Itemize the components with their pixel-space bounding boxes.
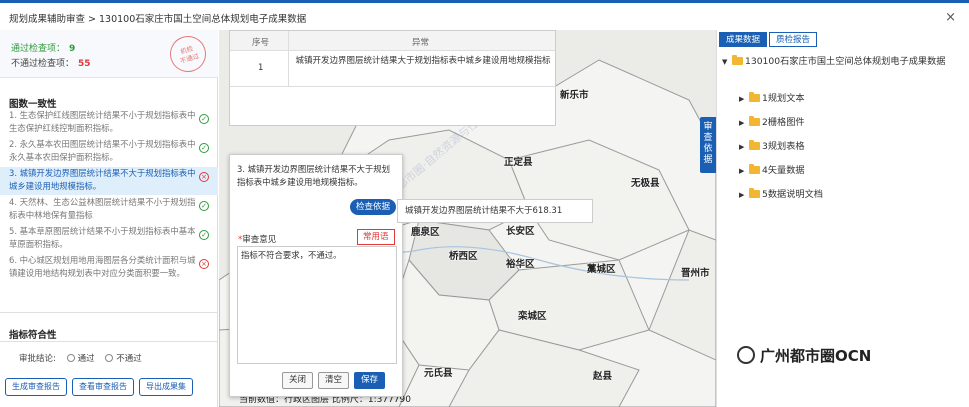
issue-table: 序号 异常 1 城镇开发边界图层统计结果大于规划指标表中城乡建设用地规模指标 (229, 30, 556, 126)
verdict-row: 审批结论: 通过 不通过 (19, 352, 142, 364)
brand-watermark: 广州都市圈OCN (737, 345, 871, 366)
city-label: 晋州市 (681, 268, 710, 279)
review-basis-tab[interactable]: 审查依据 (700, 117, 716, 173)
left-panel: 通过检查项： 9 不通过检查项： 55 机检 不通过 图数一致性 1. 生态保护红线图… (0, 30, 218, 407)
expanded-arrow-icon[interactable]: ▼ (722, 55, 732, 69)
tree-item[interactable]: ▶ 4矢量数据 (722, 163, 967, 187)
check-fail-icon: × (199, 259, 209, 269)
fail-stamp: 机检 不通过 (165, 31, 211, 77)
check-ok-icon: ✓ (199, 201, 209, 211)
tree-item[interactable]: ▶ 2栅格图件 (722, 115, 967, 139)
city-label: 无极县 (631, 178, 660, 189)
city-label: 新乐市 (560, 90, 589, 101)
rule-item[interactable]: 2. 永久基本农田图层统计结果不小于规划指标表中永久基本农田保护面积指标。 ✓ (0, 138, 218, 166)
folder-icon (749, 188, 760, 198)
rule-item[interactable]: 1. 生态保护红线图层统计结果不小于规划指标表中生态保护红线控制面积指标。 ✓ (0, 109, 218, 137)
dialog-footer: 关闭 清空 保存 (282, 372, 390, 389)
city-label: 赵县 (593, 371, 613, 382)
fail-count: 55 (78, 59, 91, 69)
rule-item[interactable]: 6. 中心城区规划用地用海图层各分类统计面积与城镇建设用地结构规划表中对应分类面… (0, 254, 218, 294)
divider (0, 312, 218, 313)
rule-item-active[interactable]: 3. 城镇开发边界图层统计结果不大于规划指标表中城乡建设用地规模指标。 × (0, 167, 218, 195)
common-phrases-button[interactable]: 常用语 (357, 229, 395, 245)
city-label: 桥西区 (449, 251, 478, 262)
section-consistency: 图数一致性 (9, 99, 57, 110)
radio-pass-label: 通过 (77, 354, 95, 364)
view-report-button[interactable]: 查看审查报告 (72, 378, 134, 396)
rule-question: 3. 城镇开发边界图层统计结果不大于规划指标表中城乡建设用地规模指标。 (237, 164, 391, 187)
window-title: 规划成果辅助审查 > 130100石家庄市国土空间总体规划电子成果数据 (9, 14, 307, 25)
tree-item[interactable]: ▶ 5数据说明文档 (722, 187, 967, 211)
check-ok-icon: ✓ (199, 143, 209, 153)
export-results-button[interactable]: 导出成果集 (139, 378, 193, 396)
right-tabs: 成果数据 质检报告 (719, 32, 819, 47)
city-label: 栾城区 (518, 311, 547, 322)
tab-results-data[interactable]: 成果数据 (719, 32, 768, 47)
col-index: 序号 (252, 38, 270, 48)
folder-icon (749, 164, 760, 174)
wechat-logo-icon (737, 346, 755, 364)
basis-tooltip: 城镇开发边界图层统计结果不大于618.31 (397, 199, 593, 223)
pass-stat: 通过检查项： 9 (11, 44, 76, 54)
save-button[interactable]: 保存 (354, 372, 386, 389)
rule-item[interactable]: 5. 基本草原图层统计结果不小于规划指标表中基本草原面积指标。 ✓ (0, 225, 218, 253)
close-button[interactable]: 关闭 (282, 372, 314, 389)
table-header: 序号 异常 (230, 31, 555, 51)
opinion-label: *审查意见 (238, 235, 277, 245)
city-label: 裕华区 (506, 259, 535, 270)
folder-icon (749, 116, 760, 126)
clear-button[interactable]: 清空 (318, 372, 350, 389)
city-label: 鹿泉区 (411, 227, 440, 238)
check-fail-icon: × (199, 172, 209, 182)
close-icon[interactable]: × (945, 10, 956, 25)
city-label: 长安区 (506, 226, 535, 237)
radio-pass[interactable] (66, 354, 75, 362)
col-issue: 异常 (412, 38, 430, 48)
check-ok-icon: ✓ (199, 230, 209, 240)
generate-report-button[interactable]: 生成审查报告 (5, 378, 67, 396)
radio-fail-label: 不通过 (116, 354, 142, 364)
check-stats: 通过检查项： 9 不通过检查项： 55 机检 不通过 (0, 30, 218, 78)
pass-count: 9 (69, 44, 76, 54)
city-label: 正定县 (504, 157, 533, 168)
folder-icon (749, 92, 760, 102)
section-indicator: 指标符合性 (9, 330, 57, 341)
collapsed-arrow-icon[interactable]: ▶ (739, 91, 749, 107)
fail-stat: 不通过检查项： 55 (11, 59, 91, 69)
tree-item[interactable]: ▶ 1规划文本 (722, 91, 967, 115)
tree-item[interactable]: ▶ 3规划表格 (722, 139, 967, 163)
folder-icon (732, 55, 743, 65)
review-dialog: 3. 城镇开发边界图层统计结果不大于规划指标表中城乡建设用地规模指标。 检查依据… (229, 154, 403, 397)
rule-list: 1. 生态保护红线图层统计结果不小于规划指标表中生态保护红线控制面积指标。 ✓ 2… (0, 109, 218, 295)
city-label: 藁城区 (587, 264, 616, 275)
verdict-label: 审批结论: (19, 354, 56, 364)
check-basis-button[interactable]: 检查依据 (350, 199, 397, 215)
tree-root[interactable]: ▼ 130100石家庄市国土空间总体规划电子成果数据 (722, 55, 967, 91)
tab-qc-report[interactable]: 质检报告 (769, 32, 818, 47)
collapsed-arrow-icon[interactable]: ▶ (739, 139, 749, 155)
folder-icon (749, 140, 760, 150)
collapsed-arrow-icon[interactable]: ▶ (739, 163, 749, 179)
collapsed-arrow-icon[interactable]: ▶ (739, 187, 749, 203)
radio-fail[interactable] (105, 354, 114, 362)
title-bar: 规划成果辅助审查 > 130100石家庄市国土空间总体规划电子成果数据 × (0, 0, 969, 30)
table-row[interactable]: 1 城镇开发边界图层统计结果大于规划指标表中城乡建设用地规模指标 (230, 51, 555, 87)
rule-item[interactable]: 4. 天然林、生态公益林图层统计结果不小于规划指标表中林地保有量指标 ✓ (0, 196, 218, 224)
city-label: 元氏县 (424, 368, 453, 379)
file-tree: ▼ 130100石家庄市国土空间总体规划电子成果数据 ▶ 1规划文本 ▶ 2栅格图件 … (722, 55, 967, 211)
divider (0, 341, 218, 342)
check-ok-icon: ✓ (199, 114, 209, 124)
table-divider (288, 31, 289, 87)
opinion-textarea[interactable] (237, 246, 397, 364)
collapsed-arrow-icon[interactable]: ▶ (739, 115, 749, 131)
action-buttons: 生成审查报告 查看审查报告 导出成果集 (5, 378, 198, 396)
